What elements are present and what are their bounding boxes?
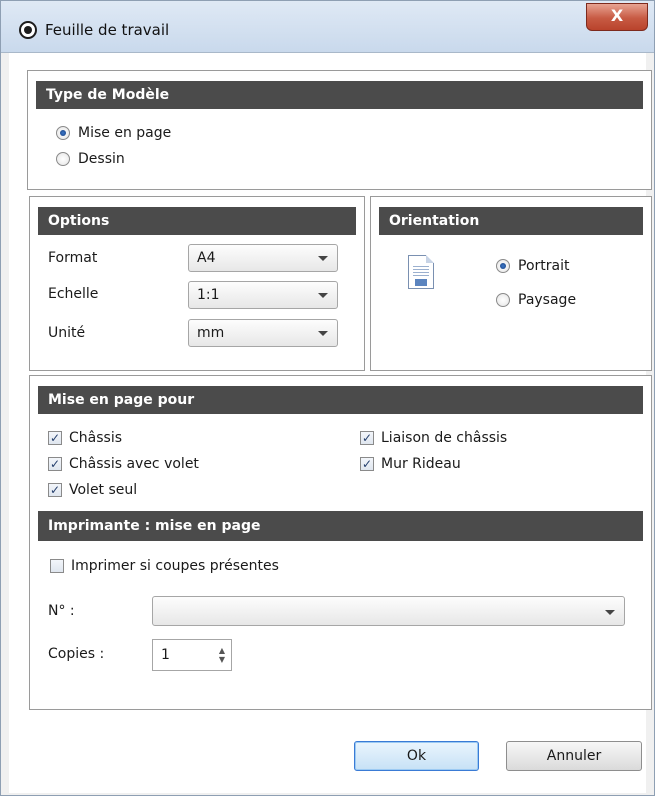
- checkbox-indicator[interactable]: ✓: [360, 431, 374, 445]
- title-bar[interactable]: Feuille de travail X: [1, 1, 654, 53]
- radio-label: Portrait: [518, 258, 570, 274]
- echelle-label: Echelle: [48, 286, 99, 302]
- checkbox-indicator[interactable]: [50, 559, 64, 573]
- checkbox-label: Imprimer si coupes présentes: [71, 558, 279, 574]
- close-button[interactable]: X: [586, 3, 648, 31]
- unite-select[interactable]: mm: [188, 319, 338, 347]
- ok-button[interactable]: Ok: [354, 741, 479, 771]
- checkbox-label: Volet seul: [69, 482, 138, 498]
- radio-indicator[interactable]: [56, 126, 70, 140]
- checkbox-mur-rideau[interactable]: ✓ Mur Rideau: [360, 456, 461, 472]
- options-header: Options: [38, 207, 356, 235]
- radio-label: Dessin: [78, 151, 125, 167]
- window-title: Feuille de travail: [45, 21, 170, 39]
- radio-indicator[interactable]: [496, 259, 510, 273]
- imprimante-header: Imprimante : mise en page: [38, 511, 643, 541]
- chevron-down-icon: [605, 610, 615, 615]
- format-label: Format: [48, 250, 98, 266]
- app-icon: [19, 21, 37, 39]
- radio-mise-en-page[interactable]: Mise en page: [56, 125, 171, 141]
- orientation-panel: Orientation Portrait Paysage: [370, 196, 652, 371]
- format-select[interactable]: A4: [188, 244, 338, 272]
- radio-portrait[interactable]: Portrait: [496, 258, 569, 274]
- type-modele-panel: Type de Modèle Mise en page Dessin: [27, 70, 652, 190]
- cancel-button[interactable]: Annuler: [506, 741, 642, 771]
- echelle-select[interactable]: 1:1: [188, 281, 338, 309]
- checkbox-indicator[interactable]: ✓: [360, 457, 374, 471]
- numero-select[interactable]: [152, 596, 625, 626]
- radio-paysage[interactable]: Paysage: [496, 292, 576, 308]
- dialog-content: Type de Modèle Mise en page Dessin Optio…: [9, 53, 652, 793]
- checkbox-chassis-avec-volet[interactable]: ✓ Châssis avec volet: [48, 456, 199, 472]
- checkbox-label: Châssis: [69, 430, 122, 446]
- chevron-down-icon: [318, 293, 328, 298]
- chevron-down-icon: [318, 331, 328, 336]
- radio-label: Paysage: [518, 292, 577, 308]
- radio-indicator[interactable]: [496, 293, 510, 307]
- copies-value: 1: [161, 647, 170, 663]
- page-portrait-icon: [408, 255, 434, 289]
- orientation-header: Orientation: [379, 207, 643, 235]
- format-value: A4: [197, 250, 216, 266]
- checkbox-indicator[interactable]: ✓: [48, 457, 62, 471]
- type-modele-header: Type de Modèle: [36, 81, 643, 109]
- chevron-down-icon: [318, 256, 328, 261]
- numero-label: N° :: [48, 603, 75, 619]
- radio-dessin[interactable]: Dessin: [56, 151, 125, 167]
- unite-value: mm: [197, 325, 225, 341]
- unite-label: Unité: [48, 325, 86, 341]
- stepper-arrows-icon[interactable]: ▲ ▼: [219, 646, 225, 664]
- mise-en-page-pour-header: Mise en page pour: [38, 386, 643, 414]
- radio-label: Mise en page: [78, 125, 172, 141]
- mise-en-page-pour-panel: Mise en page pour ✓ Châssis ✓ Châssis av…: [29, 375, 652, 710]
- checkbox-indicator[interactable]: ✓: [48, 431, 62, 445]
- checkbox-imprimer-si-coupes[interactable]: Imprimer si coupes présentes: [50, 558, 279, 574]
- checkbox-label: Châssis avec volet: [69, 456, 199, 472]
- checkbox-volet-seul[interactable]: ✓ Volet seul: [48, 482, 137, 498]
- checkbox-label: Mur Rideau: [381, 456, 461, 472]
- checkbox-chassis[interactable]: ✓ Châssis: [48, 430, 122, 446]
- dialog-window: Feuille de travail X Type de Modèle Mise…: [0, 0, 655, 796]
- checkbox-label: Liaison de châssis: [381, 430, 508, 446]
- checkbox-liaison-de-chassis[interactable]: ✓ Liaison de châssis: [360, 430, 507, 446]
- radio-indicator[interactable]: [56, 152, 70, 166]
- options-panel: Options Format A4 Echelle 1:1 Unité mm: [29, 196, 365, 371]
- echelle-value: 1:1: [197, 287, 220, 303]
- copies-label: Copies :: [48, 646, 105, 662]
- copies-stepper[interactable]: 1 ▲ ▼: [152, 639, 232, 671]
- checkbox-indicator[interactable]: ✓: [48, 483, 62, 497]
